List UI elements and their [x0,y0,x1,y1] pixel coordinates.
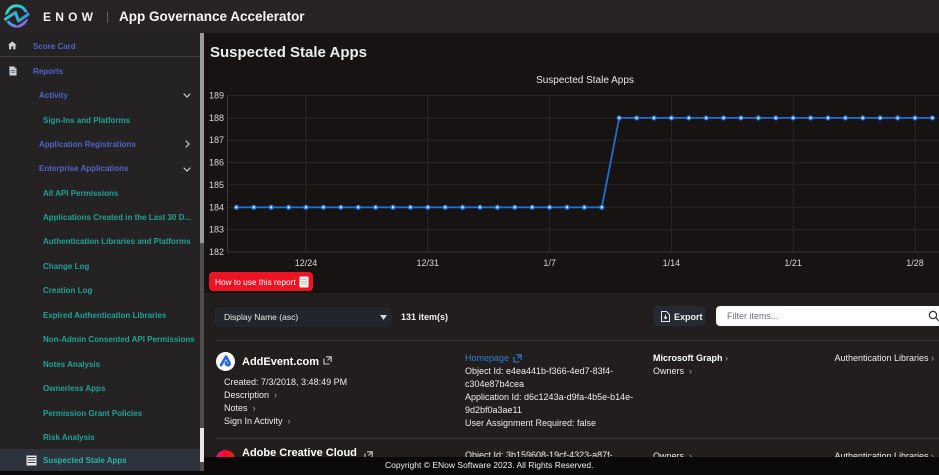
svg-text:187: 187 [209,135,224,145]
svg-text:1/14: 1/14 [663,258,681,268]
svg-text:12/31: 12/31 [417,258,440,268]
svg-text:185: 185 [209,180,224,190]
svg-text:188: 188 [209,113,224,123]
svg-text:186: 186 [209,158,224,168]
svg-text:1/28: 1/28 [906,258,924,268]
svg-text:1/21: 1/21 [784,258,802,268]
svg-text:184: 184 [209,202,224,212]
svg-text:1/7: 1/7 [543,258,556,268]
svg-text:182: 182 [209,247,224,257]
svg-text:12/24: 12/24 [295,258,318,268]
svg-text:189: 189 [209,91,224,101]
svg-text:183: 183 [209,225,224,235]
svg-text:Suspected Stale Apps: Suspected Stale Apps [536,75,634,86]
